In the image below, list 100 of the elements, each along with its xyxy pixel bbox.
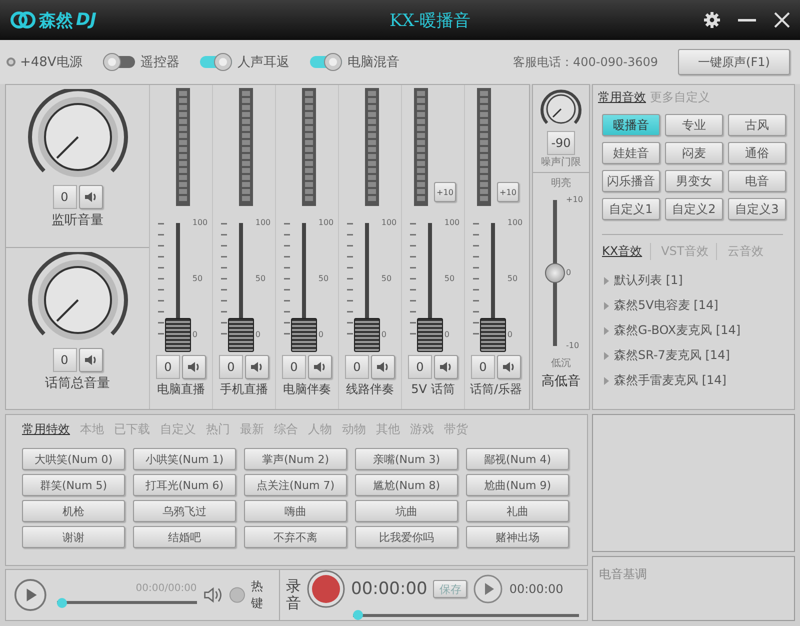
preset-button[interactable]: 自定义3: [728, 198, 786, 220]
preset-button[interactable]: 闷麦: [665, 142, 723, 164]
mute-button[interactable]: [497, 355, 521, 379]
gate-label: 噪声门限: [541, 156, 581, 169]
sound-effect-button[interactable]: 赌神出场: [466, 526, 569, 548]
sound-effect-button[interactable]: 掌声(Num 2): [244, 448, 347, 470]
progress-thumb[interactable]: [353, 610, 363, 620]
preset-button[interactable]: 男变女: [665, 170, 723, 192]
boost-button[interactable]: +10: [497, 182, 519, 202]
sound-effect-button[interactable]: 不弃不离: [244, 526, 347, 548]
sound-effect-button[interactable]: 谢谢: [22, 526, 125, 548]
source-tab[interactable]: KX音效: [602, 243, 652, 260]
sound-effect-button[interactable]: 礼曲: [466, 500, 569, 522]
value-box[interactable]: 0: [52, 348, 76, 372]
play-button[interactable]: [14, 577, 47, 613]
preset-button[interactable]: 专业: [665, 114, 723, 136]
knob-label: 话筒总音量: [45, 374, 110, 392]
sound-effect-button[interactable]: 大哄笑(Num 0): [22, 448, 125, 470]
channel-label: 电脑直播: [157, 381, 205, 398]
channel-label: 手机直播: [220, 381, 268, 398]
value-box[interactable]: 0: [52, 185, 76, 209]
mute-button[interactable]: [245, 355, 269, 379]
preset-button[interactable]: 通俗: [728, 142, 786, 164]
preset-button[interactable]: 自定义1: [602, 198, 660, 220]
value-box[interactable]: 0: [345, 355, 369, 379]
preset-button[interactable]: 电音: [728, 170, 786, 192]
time-display: 00:00/00:00: [136, 582, 197, 594]
toggle-label: 遥控器: [140, 54, 180, 71]
settings-icon[interactable]: [704, 12, 720, 28]
preset-button[interactable]: 自定义2: [665, 198, 723, 220]
preset-list-item[interactable]: 森然手雷麦克风 [14]: [614, 372, 726, 389]
close-icon[interactable]: [774, 12, 790, 28]
mute-button[interactable]: [434, 355, 458, 379]
restore-button[interactable]: 一键原声(F1): [678, 49, 790, 75]
effects-tab[interactable]: 常用音效: [598, 89, 646, 106]
preset-button[interactable]: 古风: [728, 114, 786, 136]
mute-button[interactable]: [182, 355, 206, 379]
sound-effect-button[interactable]: 坑曲: [355, 500, 458, 522]
scale-label: 100: [255, 218, 271, 228]
sound-effect-button[interactable]: 打耳光(Num 6): [133, 474, 236, 496]
value-box[interactable]: 0: [156, 355, 180, 379]
value-box[interactable]: 0: [471, 355, 495, 379]
mute-button[interactable]: [78, 348, 102, 372]
radio-button[interactable]: [228, 586, 246, 604]
scale-label: 0: [318, 330, 324, 340]
toggle-switch[interactable]: [102, 53, 136, 71]
sound-effect-button[interactable]: 尴尬(Num 8): [355, 474, 458, 496]
preset-list-item[interactable]: 森然G-BOX麦克风 [14]: [614, 322, 741, 339]
minimize-icon[interactable]: [738, 18, 756, 22]
channel-label: 话筒/乐器: [470, 381, 522, 398]
electro-tone-label: 电音基调: [599, 567, 647, 581]
sound-effects-tab[interactable]: 常用特效: [22, 421, 70, 438]
preset-list-item[interactable]: 森然SR-7麦克风 [14]: [614, 347, 730, 364]
scale-label: 100: [192, 218, 208, 228]
sound-effect-button[interactable]: 小哄笑(Num 1): [133, 448, 236, 470]
value-box[interactable]: -90: [547, 131, 575, 155]
sound-effect-button[interactable]: 点关注(Num 7): [244, 474, 347, 496]
fader-thumb[interactable]: [417, 318, 444, 352]
sound-effect-button[interactable]: 比我爱你吗: [355, 526, 458, 548]
value-box[interactable]: 0: [282, 355, 306, 379]
scale-label: 0: [444, 330, 450, 340]
scale-label: 100: [318, 218, 334, 228]
sound-effect-button[interactable]: 嗨曲: [244, 500, 347, 522]
sound-effect-button[interactable]: 鄙视(Num 4): [466, 448, 569, 470]
boost-button[interactable]: +10: [434, 182, 456, 202]
sound-effect-button[interactable]: 乌鸦飞过: [133, 500, 236, 522]
sound-effect-button[interactable]: 机枪: [22, 500, 125, 522]
fader-thumb[interactable]: [480, 318, 506, 352]
mute-button[interactable]: [371, 355, 395, 379]
channel-label: 线路伴奏: [346, 381, 394, 398]
mute-button[interactable]: [78, 185, 102, 209]
play-button[interactable]: [473, 574, 504, 604]
toggle-switch[interactable]: [199, 53, 234, 71]
value-box[interactable]: 0: [219, 355, 243, 379]
scale-label: 50: [318, 274, 330, 284]
record-button[interactable]: [307, 570, 345, 608]
toggle-switch[interactable]: [309, 53, 344, 71]
fader-thumb[interactable]: [291, 318, 318, 352]
sound-effect-button[interactable]: 亲嘴(Num 3): [355, 448, 458, 470]
preset-button[interactable]: 闪乐播音: [602, 170, 660, 192]
scale-label: 0: [566, 268, 572, 278]
preset-list-item[interactable]: 森然5V电容麦 [14]: [614, 297, 718, 314]
preset-button[interactable]: 暖播音: [602, 114, 660, 136]
preset-list-item[interactable]: 默认列表 [1]: [614, 272, 683, 289]
speaker-icon[interactable]: [202, 585, 223, 605]
scale-label: 50: [507, 274, 519, 284]
speaker-icon: [376, 361, 390, 373]
preset-button[interactable]: 娃娃音: [602, 142, 660, 164]
channel-label: 5V 话筒: [411, 381, 455, 398]
value-box[interactable]: 0: [408, 355, 432, 379]
radio-button[interactable]: [6, 57, 16, 67]
mute-button[interactable]: [308, 355, 332, 379]
sound-effect-button[interactable]: 群笑(Num 5): [22, 474, 125, 496]
fader-thumb[interactable]: [228, 318, 254, 352]
fader-thumb[interactable]: [165, 318, 192, 352]
sound-effect-button[interactable]: 尬曲(Num 9): [466, 474, 569, 496]
fader-thumb[interactable]: [354, 318, 380, 352]
progress-thumb[interactable]: [56, 598, 67, 608]
tone-slider-thumb[interactable]: [545, 263, 566, 283]
sound-effect-button[interactable]: 结婚吧: [133, 526, 236, 548]
